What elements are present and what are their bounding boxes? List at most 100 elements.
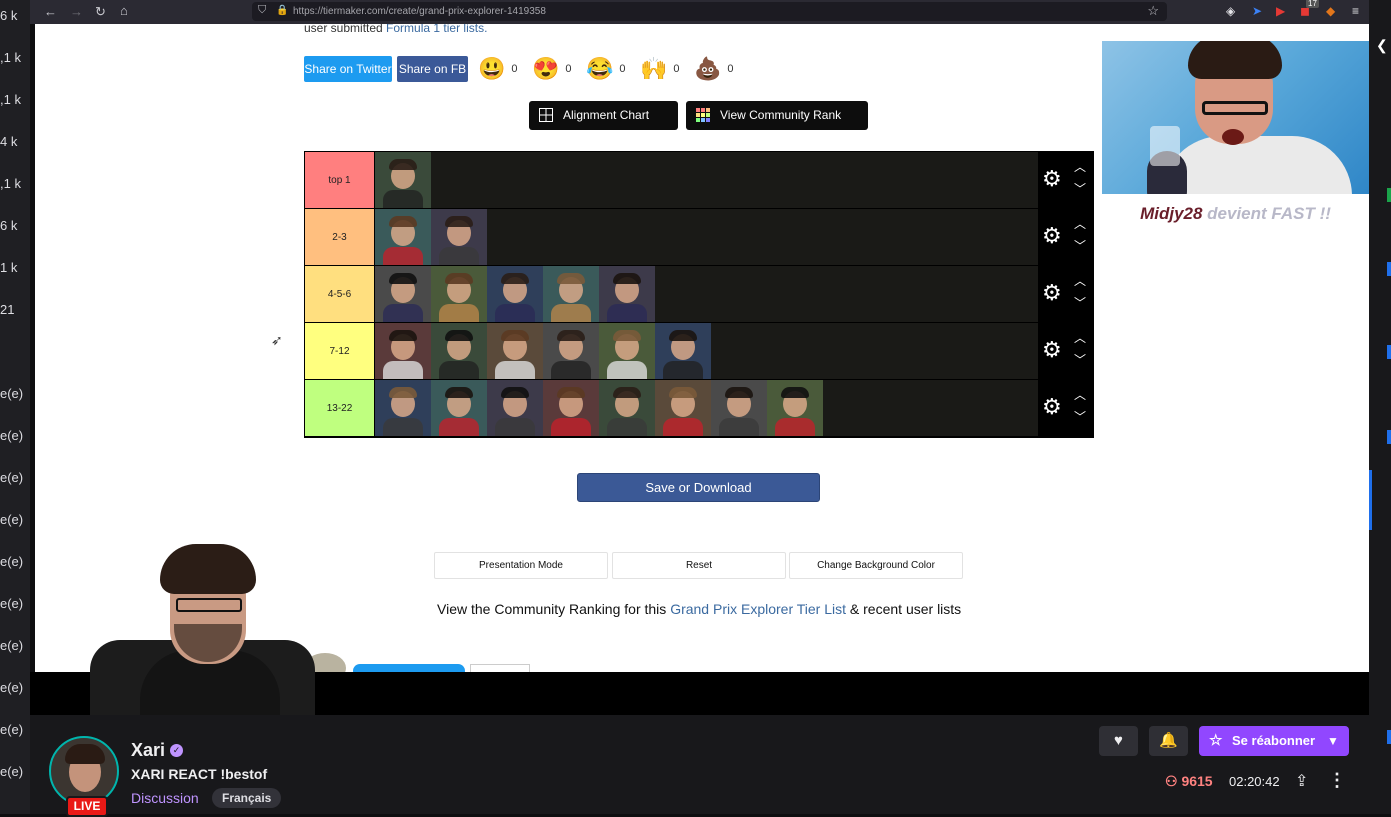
share-fb-button[interactable]: Share on FB: [397, 56, 468, 82]
tier-label[interactable]: 13-22: [305, 380, 375, 436]
tier-label[interactable]: 2-3: [305, 209, 375, 265]
item-hair: [557, 273, 585, 284]
home-icon[interactable]: ⌂: [120, 3, 128, 18]
tier-row: 13-22 ⚙ ︿ ﹀: [305, 380, 1093, 437]
channel-name[interactable]: Xari: [131, 740, 165, 761]
reaction-laugh[interactable]: 😂 0: [586, 54, 626, 83]
resubscribe-button[interactable]: ☆ Se réabonner ▼: [1199, 726, 1349, 756]
collapse-chevron-icon[interactable]: ❮: [1376, 37, 1388, 54]
save-download-button[interactable]: Save or Download: [577, 473, 820, 502]
reaction-poop[interactable]: 💩 0: [694, 54, 734, 83]
tier-item-image[interactable]: [431, 380, 487, 436]
tier-item-image[interactable]: [375, 266, 431, 322]
formula1-link[interactable]: Formula 1 tier lists.: [386, 24, 487, 35]
tier-item-image[interactable]: [431, 323, 487, 379]
chevron-down-icon[interactable]: ﹀: [1074, 180, 1086, 197]
tier-label[interactable]: 4-5-6: [305, 266, 375, 322]
community-tier-link[interactable]: Grand Prix Explorer Tier List: [670, 601, 846, 617]
tier-item-image[interactable]: [375, 323, 431, 379]
tier-item-image[interactable]: [599, 266, 655, 322]
chevron-down-icon[interactable]: ﹀: [1074, 294, 1086, 311]
reaction-smile[interactable]: 😃 0: [478, 54, 518, 83]
item-body: [719, 418, 759, 436]
chevron-up-icon[interactable]: ︿: [1074, 215, 1086, 232]
chevron-up-icon[interactable]: ︿: [1074, 158, 1086, 175]
gear-icon[interactable]: ⚙: [1042, 280, 1062, 306]
chevron-up-icon[interactable]: ︿: [1074, 272, 1086, 289]
community-rank-label: View Community Rank: [720, 108, 842, 122]
community-prefix: View the Community Ranking for this: [437, 601, 671, 617]
channel-status: e(e): [0, 722, 24, 737]
extension-badge-icon[interactable]: ◼ 17: [1300, 0, 1319, 18]
view-community-rank-button[interactable]: View Community Rank: [686, 101, 868, 130]
tier-label[interactable]: 7-12: [305, 323, 375, 379]
alignment-chart-button[interactable]: Alignment Chart: [529, 101, 678, 130]
gear-icon[interactable]: ⚙: [1042, 166, 1062, 192]
gear-icon[interactable]: ⚙: [1042, 337, 1062, 363]
category-link[interactable]: Discussion: [131, 790, 199, 806]
tier-item-image[interactable]: [655, 323, 711, 379]
gear-icon[interactable]: ⚙: [1042, 394, 1062, 420]
youtube-extension-icon[interactable]: ▶: [1276, 4, 1285, 18]
overlay-mouth: [1222, 129, 1244, 145]
follow-twitter-button[interactable]: [353, 664, 465, 672]
smile-icon: 😃: [478, 55, 506, 81]
tier-item-image[interactable]: [767, 380, 823, 436]
tier-item-image[interactable]: [431, 266, 487, 322]
overlay-shirt: [1162, 136, 1352, 194]
bookmark-star-icon[interactable]: ☆: [1147, 3, 1159, 19]
tier-item-image[interactable]: [487, 266, 543, 322]
tier-item-image[interactable]: [375, 380, 431, 436]
lock-icon[interactable]: 🔒: [276, 5, 288, 16]
gear-icon[interactable]: ⚙: [1042, 223, 1062, 249]
presentation-mode-button[interactable]: Presentation Mode: [434, 552, 608, 579]
tier-item-image[interactable]: [711, 380, 767, 436]
chevron-down-icon[interactable]: ﹀: [1074, 351, 1086, 368]
tier-item-image[interactable]: [655, 380, 711, 436]
item-body: [439, 418, 479, 436]
tier-row: top 1 ⚙ ︿ ﹀: [305, 152, 1093, 209]
url-text[interactable]: https://tiermaker.com/create/grand-prix-…: [293, 6, 546, 17]
pocket-icon[interactable]: ◈: [1226, 4, 1235, 18]
tier-item-image[interactable]: [487, 380, 543, 436]
tier-label[interactable]: top 1: [305, 152, 375, 208]
chevron-up-icon[interactable]: ︿: [1074, 386, 1086, 403]
reload-icon[interactable]: ↻: [95, 4, 106, 20]
more-options-icon[interactable]: ⋮: [1328, 770, 1346, 791]
fox-extension-icon[interactable]: ◆: [1326, 4, 1335, 18]
tier-item-image[interactable]: [543, 380, 599, 436]
tier-item-image[interactable]: [543, 323, 599, 379]
tier-item-image[interactable]: [599, 323, 655, 379]
tier-item-image[interactable]: [599, 380, 655, 436]
mouse-pointer-icon: ➶: [271, 332, 283, 348]
chevron-up-icon[interactable]: ︿: [1074, 329, 1086, 346]
cursor-extension-icon[interactable]: ➤: [1252, 4, 1262, 18]
tier-item-image[interactable]: [375, 152, 431, 208]
tier-item-image[interactable]: [543, 266, 599, 322]
chevron-down-icon[interactable]: ﹀: [1074, 237, 1086, 254]
reaction-heart-eyes[interactable]: 😍 0: [532, 54, 572, 83]
tier-item-image[interactable]: [375, 209, 431, 265]
change-background-button[interactable]: Change Background Color: [789, 552, 963, 579]
scrollbar-thumb[interactable]: [1369, 470, 1372, 530]
back-icon[interactable]: ←: [44, 4, 57, 19]
item-body: [383, 247, 423, 265]
language-tag[interactable]: Français: [212, 788, 282, 808]
shield-icon[interactable]: ⛉: [258, 4, 266, 17]
tier-item-image[interactable]: [431, 209, 487, 265]
forward-icon[interactable]: →: [70, 4, 83, 19]
item-body: [383, 361, 423, 379]
menu-icon[interactable]: ≡: [1352, 4, 1359, 18]
follow-heart-button[interactable]: ♥: [1099, 726, 1138, 756]
reaction-raised-hands[interactable]: 🙌 0: [640, 54, 680, 83]
item-hair: [389, 330, 417, 341]
chevron-down-icon[interactable]: ﹀: [1074, 408, 1086, 425]
tier-item-image[interactable]: [487, 323, 543, 379]
reaction-count: 0: [565, 62, 572, 75]
item-hair: [389, 216, 417, 227]
address-bar[interactable]: ⛉ 🔒 https://tiermaker.com/create/grand-p…: [252, 2, 1167, 21]
reset-button[interactable]: Reset: [612, 552, 786, 579]
share-icon[interactable]: ⇪: [1295, 771, 1308, 791]
share-twitter-button[interactable]: Share on Twitter: [304, 56, 392, 82]
notifications-button[interactable]: 🔔: [1149, 726, 1188, 756]
